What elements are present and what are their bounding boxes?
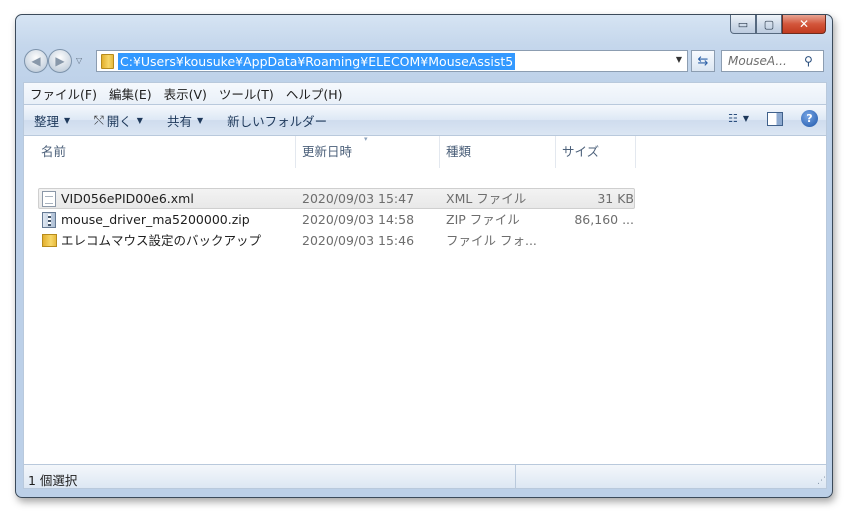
open-button[interactable]: ⤲ 開く ▼	[94, 111, 143, 130]
file-name: mouse_driver_ma5200000.zip	[61, 212, 250, 227]
share-button[interactable]: 共有 ▼	[167, 111, 203, 130]
menu-tools[interactable]: ツール(T)	[219, 84, 274, 103]
file-list: 名前 更新日時 種類 サイズ ▾ VID056ePID00e6.xml 2020…	[23, 135, 827, 464]
status-bar: 1 個選択 ⋰	[23, 464, 827, 489]
resize-grip-icon[interactable]: ⋰	[817, 476, 826, 486]
file-date: 2020/09/03 15:46	[302, 233, 415, 248]
refresh-button[interactable]: ⇆	[691, 50, 715, 72]
file-rows: VID056ePID00e6.xml 2020/09/03 15:47 XML …	[24, 188, 826, 251]
forward-button[interactable]: ▶	[48, 49, 72, 73]
table-row[interactable]: mouse_driver_ma5200000.zip 2020/09/03 14…	[24, 209, 826, 230]
forward-arrow-icon: ▶	[55, 54, 65, 68]
column-header-size[interactable]: サイズ	[556, 136, 636, 168]
navigation-bar: ◀ ▶ ▽ C:¥Users¥kousuke¥AppData¥Roaming¥E…	[24, 47, 824, 75]
file-size: 86,160 ...	[574, 212, 634, 227]
menu-edit[interactable]: 編集(E)	[109, 84, 152, 103]
file-size	[562, 230, 634, 251]
new-folder-button[interactable]: 新しいフォルダー	[227, 111, 327, 130]
selection-count: 1 個選択	[28, 473, 78, 488]
address-dropdown-icon[interactable]: ▼	[676, 55, 682, 64]
back-arrow-icon: ◀	[31, 54, 41, 68]
column-header-date[interactable]: 更新日時	[296, 136, 440, 168]
chevron-down-icon: ▼	[196, 115, 204, 125]
views-dropdown-icon[interactable]: ▼	[743, 114, 749, 123]
chevron-down-icon: ▼	[64, 115, 71, 125]
address-bar[interactable]: C:¥Users¥kousuke¥AppData¥Roaming¥ELECOM¥…	[96, 50, 688, 72]
window-controls: ▭ ▢ ✕	[730, 15, 826, 34]
file-date: 2020/09/03 15:47	[302, 191, 415, 206]
folder-icon	[42, 234, 57, 247]
file-type: XML ファイル	[446, 191, 527, 206]
recent-pages-dropdown[interactable]: ▽	[76, 56, 82, 65]
open-with-icon: ⤲	[94, 112, 104, 127]
back-button[interactable]: ◀	[24, 49, 48, 73]
address-path[interactable]: C:¥Users¥kousuke¥AppData¥Roaming¥ELECOM¥…	[118, 52, 516, 70]
table-row[interactable]: VID056ePID00e6.xml 2020/09/03 15:47 XML …	[24, 188, 826, 209]
sort-indicator-icon: ▾	[364, 135, 368, 143]
zip-file-icon	[42, 212, 56, 228]
minimize-button[interactable]: ▭	[730, 15, 756, 34]
xml-file-icon	[42, 191, 56, 207]
refresh-icon: ⇆	[697, 53, 709, 69]
file-date: 2020/09/03 14:58	[302, 212, 415, 227]
file-name: エレコムマウス設定のバックアップ	[61, 233, 262, 248]
column-headers: 名前 更新日時 種類 サイズ ▾	[24, 135, 826, 168]
column-header-type[interactable]: 種類	[440, 136, 556, 168]
search-input[interactable]	[722, 54, 800, 68]
help-icon[interactable]: ?	[801, 110, 818, 127]
new-folder-label: 新しいフォルダー	[227, 113, 328, 129]
close-button[interactable]: ✕	[782, 15, 826, 34]
menu-bar: ファイル(F) 編集(E) 表示(V) ツール(T) ヘルプ(H)	[23, 82, 827, 104]
file-name: VID056ePID00e6.xml	[61, 191, 194, 206]
chevron-down-icon: ▼	[136, 115, 143, 125]
status-divider	[515, 465, 516, 488]
organize-button[interactable]: 整理 ▼	[34, 111, 70, 130]
organize-label: 整理	[34, 113, 60, 129]
search-icon[interactable]: ⚲	[804, 54, 813, 68]
menu-file[interactable]: ファイル(F)	[30, 84, 97, 103]
search-box[interactable]: ⚲	[721, 50, 824, 72]
folder-icon	[101, 53, 114, 69]
preview-pane-icon[interactable]	[767, 111, 783, 126]
share-label: 共有	[166, 113, 192, 129]
file-type: ファイル フォ...	[446, 233, 537, 248]
view-controls: ☷ ▼ ?	[728, 110, 818, 127]
file-size: 31 KB	[597, 191, 634, 206]
views-icon[interactable]: ☷	[728, 112, 738, 125]
table-row[interactable]: エレコムマウス設定のバックアップ 2020/09/03 15:46 ファイル フ…	[24, 230, 826, 251]
menu-help[interactable]: ヘルプ(H)	[286, 84, 343, 103]
column-header-name[interactable]: 名前	[35, 136, 296, 168]
explorer-window: ▭ ▢ ✕ ◀ ▶ ▽ C:¥Users¥kousuke¥AppData¥Roa…	[15, 14, 833, 498]
file-type: ZIP ファイル	[446, 212, 520, 227]
command-bar: 整理 ▼ ⤲ 開く ▼ 共有 ▼ 新しいフォルダー ☷ ▼ ?	[23, 104, 827, 136]
open-label: 開く	[106, 113, 132, 129]
maximize-button[interactable]: ▢	[756, 15, 782, 34]
menu-view[interactable]: 表示(V)	[164, 84, 207, 103]
